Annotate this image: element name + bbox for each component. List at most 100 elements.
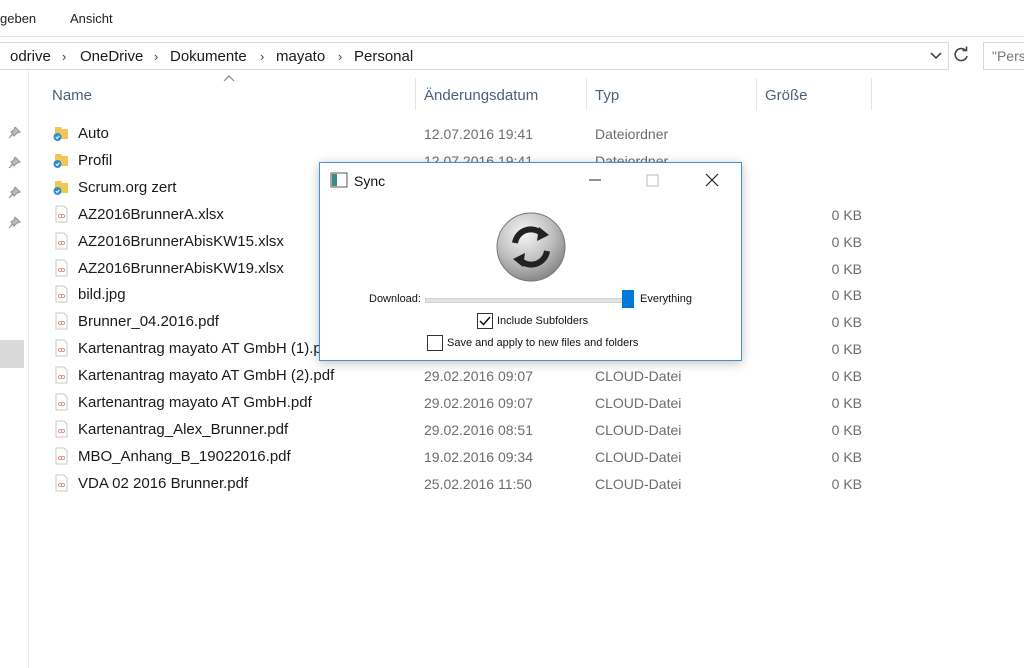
minimize-icon[interactable] [584,169,606,191]
ribbon-tab-freigeben[interactable]: geben [0,11,36,26]
file-type: CLOUD-Datei [595,368,682,385]
chevron-down-icon[interactable] [928,46,944,64]
file-date: 29.02.2016 09:07 [424,395,533,411]
file-size: 0 KB [831,475,862,492]
chevron-right-icon[interactable]: › [260,49,264,64]
chevron-right-icon[interactable]: › [62,49,66,64]
file-size: 0 KB [831,206,862,223]
ribbon-tab-ansicht[interactable]: Ansicht [70,11,113,26]
column-divider[interactable] [586,78,587,110]
breadcrumb-odrive[interactable]: odrive [10,48,51,65]
checkmark-icon [479,316,491,326]
file-type: CLOUD-Datei [595,421,682,438]
file-name[interactable]: AZ2016BrunnerAbisKW15.xlsx [78,233,284,250]
breadcrumb-personal[interactable]: Personal [354,48,413,65]
download-slider-value: Everything [640,293,692,305]
file-name[interactable]: AZ2016BrunnerA.xlsx [78,206,224,223]
column-header-name[interactable]: Name [52,87,92,104]
column-header-type[interactable]: Typ [595,87,619,104]
file-size: 0 KB [831,368,862,385]
navigation-pane [0,70,29,668]
file-date: 29.02.2016 09:07 [424,368,533,385]
breadcrumb-mayato[interactable]: mayato [276,48,325,65]
file-name[interactable]: bild.jpg [78,286,126,303]
refresh-icon[interactable] [950,44,972,66]
cloud-file-icon [55,474,68,492]
file-date: 19.02.2016 09:34 [424,448,533,465]
file-name[interactable]: VDA 02 2016 Brunner.pdf [78,475,248,492]
column-header-size[interactable]: Größe [765,87,808,104]
pin-icon[interactable] [7,216,21,230]
window-app-icon [330,172,348,188]
pin-icon[interactable] [7,126,21,140]
download-label: Download: [369,293,421,305]
file-name[interactable]: MBO_Anhang_B_19022016.pdf [78,448,291,465]
file-size: 0 KB [831,341,862,358]
cloud-file-icon [55,420,68,438]
cloud-file-icon [55,205,68,223]
file-name[interactable]: AZ2016BrunnerAbisKW19.xlsx [78,260,284,277]
save-apply-label[interactable]: Save and apply to new files and folders [447,337,638,349]
search-input[interactable]: "Pers [983,42,1024,70]
file-row[interactable]: Kartenantrag_Alex_Brunner.pdf 29.02.2016 … [50,416,870,443]
folder-sync-icon [53,180,68,195]
file-row[interactable]: Kartenantrag mayato AT GmbH.pdf 29.02.201… [50,389,870,416]
file-row[interactable]: MBO_Anhang_B_19022016.pdf 19.02.2016 09:3… [50,443,870,470]
file-size: 0 KB [831,421,862,438]
save-apply-checkbox[interactable] [427,335,443,351]
file-row[interactable]: VDA 02 2016 Brunner.pdf 25.02.2016 11:50 C… [50,470,870,497]
file-size: 0 KB [831,314,862,331]
folder-sync-icon [53,127,68,141]
file-name[interactable]: Auto [78,125,109,142]
include-subfolders-label[interactable]: Include Subfolders [497,315,588,327]
close-icon[interactable] [701,169,723,191]
chevron-right-icon[interactable]: › [154,49,158,64]
file-type: CLOUD-Datei [595,395,682,411]
file-date: 29.02.2016 08:51 [424,421,533,438]
file-size: 0 KB [831,233,862,250]
file-size: 0 KB [831,260,862,277]
file-row[interactable]: Auto 12.07.2016 19:41 Dateiordner [50,120,870,147]
column-header-date[interactable]: Änderungsdatum [424,87,538,104]
file-type: CLOUD-Datei [595,448,682,465]
folder-sync-icon [53,153,68,168]
chevron-right-icon[interactable]: › [338,49,342,64]
file-name[interactable]: Brunner_04.2016.pdf [78,313,219,330]
sort-up-icon [223,75,235,82]
cloud-file-icon [55,366,68,384]
dialog-title: Sync [354,173,386,189]
maximize-icon [646,174,659,187]
pin-icon[interactable] [7,186,21,200]
file-row[interactable]: Kartenantrag mayato AT GmbH (2).pdf 29.02… [50,362,870,389]
nav-selected-item[interactable] [0,340,24,368]
sync-dialog: Sync Download: Everything Include Subfol… [319,162,742,361]
cloud-file-icon [55,285,68,303]
search-placeholder: "Pers [992,48,1024,64]
column-divider[interactable] [871,78,872,110]
column-divider[interactable] [415,78,416,110]
sync-icon [496,212,566,282]
column-divider[interactable] [756,78,757,110]
file-name[interactable]: Kartenantrag mayato AT GmbH (1).pdf [78,340,334,357]
include-subfolders-checkbox[interactable] [477,313,493,329]
breadcrumb-dokumente[interactable]: Dokumente [170,48,247,65]
download-slider-track[interactable] [425,298,627,303]
file-date: 25.02.2016 11:50 [424,475,532,492]
file-size: 0 KB [831,448,862,465]
file-name[interactable]: Kartenantrag_Alex_Brunner.pdf [78,421,288,438]
cloud-file-icon [55,259,68,276]
file-type: CLOUD-Datei [595,475,682,492]
cloud-file-icon [55,312,68,330]
file-name[interactable]: Kartenantrag mayato AT GmbH (2).pdf [78,367,334,384]
file-size: 0 KB [831,395,862,411]
address-bar[interactable]: odrive › OneDrive › Dokumente › mayato ›… [0,42,949,70]
file-name[interactable]: Profil [78,152,112,169]
file-name[interactable]: Kartenantrag mayato AT GmbH.pdf [78,394,312,411]
pin-icon[interactable] [7,156,21,170]
file-name[interactable]: Scrum.org zert [78,179,176,196]
ribbon: geben Ansicht [0,0,1024,37]
cloud-file-icon [55,447,68,465]
breadcrumb-onedrive[interactable]: OneDrive [80,48,143,65]
download-slider-thumb[interactable] [622,290,634,308]
cloud-file-icon [55,339,68,357]
